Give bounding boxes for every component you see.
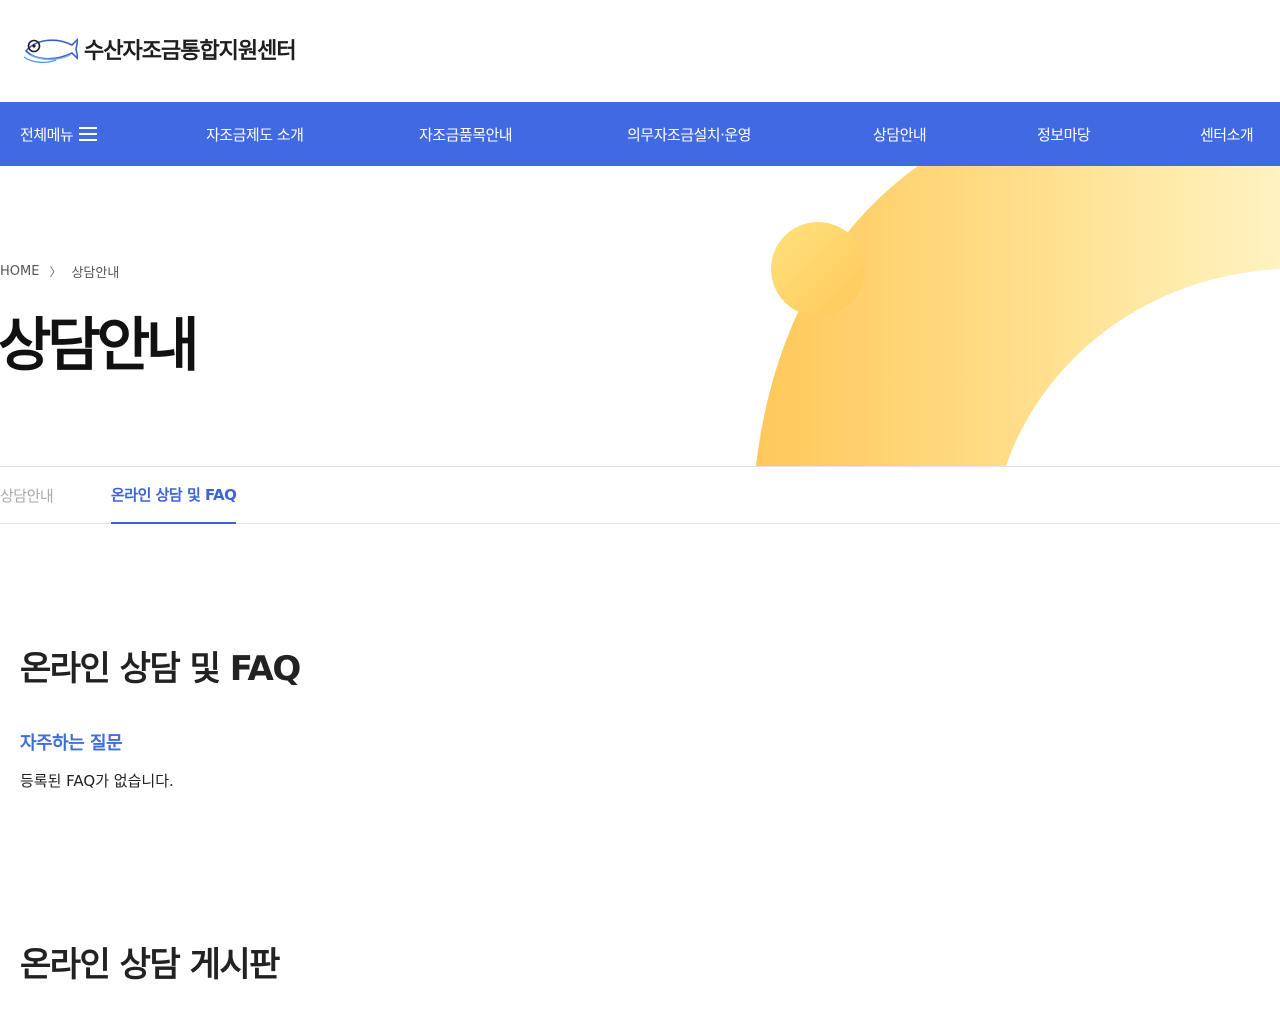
breadcrumb-separator-icon: 〉 [49, 265, 62, 279]
all-menu-label: 전체메뉴 [20, 125, 74, 144]
sub-tabs: 상담안내 온라인 상담 및 FAQ [0, 466, 1280, 524]
breadcrumb: HOME 〉 상담안내 [0, 262, 119, 281]
faq-empty-message: 등록된 FAQ가 없습니다. [20, 772, 174, 790]
all-menu-button[interactable]: 전체메뉴 [20, 102, 98, 166]
nav-item-mandatory-fund[interactable]: 의무자조금설치·운영 [627, 102, 751, 166]
breadcrumb-current: 상담안내 [71, 266, 120, 281]
nav-item-center-intro[interactable]: 센터소개 [1200, 102, 1254, 166]
tab-consulting-guide[interactable]: 상담안내 [0, 467, 54, 524]
hero-banner: HOME 〉 상담안내 상담안내 [0, 166, 1280, 466]
global-nav: 전체메뉴 자조금제도 소개 자조금품목안내 의무자조금설치·운영 상담안내 정보… [0, 102, 1280, 166]
page-title: 상담안내 [0, 311, 199, 379]
section-title-online-faq: 온라인 상담 및 FAQ [20, 649, 301, 689]
nav-item-consulting[interactable]: 상담안내 [873, 102, 927, 166]
faq-heading: 자주하는 질문 [20, 733, 123, 754]
fish-icon [23, 37, 78, 64]
nav-item-products[interactable]: 자조금품목안내 [419, 102, 513, 166]
logo-text: 수산자조금통합지원센터 [84, 39, 297, 64]
hamburger-icon [79, 127, 98, 141]
section-title-online-board: 온라인 상담 게시판 [20, 945, 280, 985]
site-header: 수산자조금통합지원센터 [0, 0, 1280, 102]
nav-item-program-intro[interactable]: 자조금제도 소개 [206, 102, 304, 166]
logo-link[interactable]: 수산자조금통합지원센터 [22, 33, 297, 65]
nav-item-info[interactable]: 정보마당 [1037, 102, 1091, 166]
breadcrumb-home[interactable]: HOME [0, 264, 39, 279]
tab-online-consulting-faq[interactable]: 온라인 상담 및 FAQ [111, 467, 237, 524]
